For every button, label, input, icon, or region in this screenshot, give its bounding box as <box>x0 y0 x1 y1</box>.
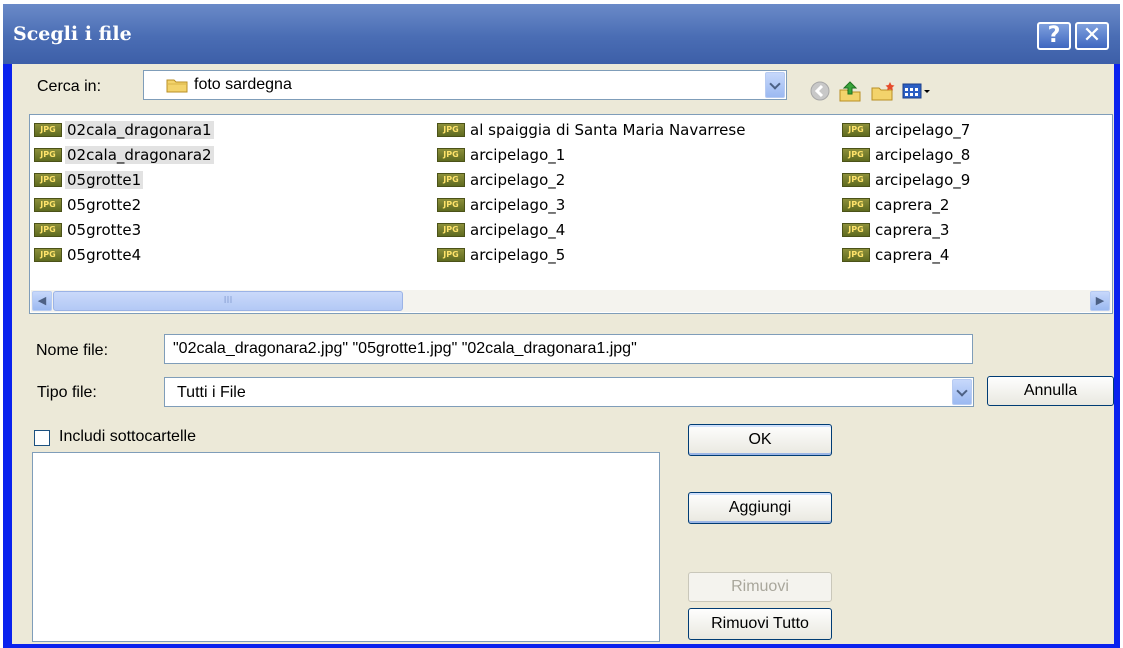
close-button[interactable]: ✕ <box>1075 22 1109 50</box>
file-list[interactable]: JPG 02cala_dragonara1 JPG 02cala_dragonara… <box>29 114 1113 314</box>
file-item[interactable]: JPG arcipelago_4 <box>437 217 747 242</box>
jpg-file-icon: JPG <box>34 197 62 212</box>
include-subfolders-label: Includi sottocartelle <box>59 428 196 445</box>
horizontal-scrollbar[interactable]: ◀ III ▶ <box>31 290 1111 312</box>
file-item[interactable]: JPG 05grotte4 <box>34 242 214 267</box>
file-item[interactable]: JPG arcipelago_2 <box>437 167 747 192</box>
file-item[interactable]: JPG caprera_2 <box>842 192 972 217</box>
jpg-file-icon: JPG <box>842 222 870 237</box>
jpg-file-icon: JPG <box>842 197 870 212</box>
jpg-file-icon: JPG <box>34 222 62 237</box>
file-item[interactable]: JPG arcipelago_7 <box>842 117 972 142</box>
jpg-file-icon: JPG <box>34 122 62 137</box>
chevron-down-icon[interactable] <box>952 379 972 405</box>
window-title: Scegli i file <box>13 23 132 45</box>
chevron-down-icon[interactable] <box>765 72 785 98</box>
cancel-button[interactable]: Annulla <box>987 376 1114 406</box>
file-item[interactable]: JPG arcipelago_3 <box>437 192 747 217</box>
folder-icon <box>166 79 188 93</box>
file-item[interactable]: JPG 05grotte2 <box>34 192 214 217</box>
filename-label: Nome file: <box>36 342 109 359</box>
file-item[interactable]: JPG 02cala_dragonara2 <box>34 142 214 167</box>
file-item[interactable]: JPG 05grotte3 <box>34 217 214 242</box>
file-item[interactable]: JPG arcipelago_9 <box>842 167 972 192</box>
file-column-1: JPG 02cala_dragonara1 JPG 02cala_dragonara… <box>34 117 214 267</box>
title-bar[interactable]: Scegli i file ? ✕ <box>3 4 1120 64</box>
jpg-file-icon: JPG <box>34 247 62 262</box>
jpg-file-icon: JPG <box>437 247 465 262</box>
scroll-left-icon[interactable]: ◀ <box>32 291 52 311</box>
jpg-file-icon: JPG <box>437 197 465 212</box>
file-item[interactable]: JPG al spaiggia di Santa Maria Navarrese <box>437 117 747 142</box>
file-item[interactable]: JPG arcipelago_5 <box>437 242 747 267</box>
jpg-file-icon: JPG <box>842 147 870 162</box>
jpg-file-icon: JPG <box>34 147 62 162</box>
jpg-file-icon: JPG <box>437 172 465 187</box>
filetype-label: Tipo file: <box>37 384 97 401</box>
file-item[interactable]: JPG arcipelago_1 <box>437 142 747 167</box>
remove-button[interactable]: Rimuovi <box>688 572 832 602</box>
jpg-file-icon: JPG <box>842 172 870 187</box>
look-in-value: foto sardegna <box>194 76 292 93</box>
new-folder-icon[interactable] <box>870 80 896 102</box>
look-in-combo[interactable]: foto sardegna <box>143 70 787 100</box>
jpg-file-icon: JPG <box>437 147 465 162</box>
dialog-client-area: Cerca in: foto sardegna JPG 02cala_drago… <box>12 64 1114 644</box>
filename-input[interactable]: "02cala_dragonara2.jpg" "05grotte1.jpg" … <box>164 334 973 364</box>
file-column-3: JPG arcipelago_7 JPG arcipelago_8 JPG arcip… <box>842 117 972 267</box>
filetype-combo[interactable]: Tutti i File <box>164 377 974 407</box>
file-item[interactable]: JPG 02cala_dragonara1 <box>34 117 214 142</box>
jpg-file-icon: JPG <box>842 122 870 137</box>
scrollbar-thumb[interactable]: III <box>53 291 403 311</box>
jpg-file-icon: JPG <box>34 172 62 187</box>
add-button[interactable]: Aggiungi <box>688 492 832 524</box>
scroll-right-icon[interactable]: ▶ <box>1090 291 1110 311</box>
jpg-file-icon: JPG <box>437 222 465 237</box>
jpg-file-icon: JPG <box>842 247 870 262</box>
ok-button[interactable]: OK <box>688 424 832 456</box>
selected-files-list[interactable] <box>32 452 660 642</box>
back-icon[interactable] <box>809 80 831 102</box>
include-subfolders-checkbox[interactable] <box>34 430 50 446</box>
up-folder-icon[interactable] <box>838 80 862 102</box>
dialog-window: Scegli i file ? ✕ Cerca in: foto sardegn… <box>3 4 1120 648</box>
filetype-value: Tutti i File <box>177 384 246 401</box>
help-button[interactable]: ? <box>1037 22 1071 50</box>
jpg-file-icon: JPG <box>437 122 465 137</box>
file-item[interactable]: JPG 05grotte1 <box>34 167 214 192</box>
file-item[interactable]: JPG caprera_3 <box>842 217 972 242</box>
file-item[interactable]: JPG arcipelago_8 <box>842 142 972 167</box>
look-in-label: Cerca in: <box>37 78 102 95</box>
view-menu-icon[interactable] <box>902 80 932 102</box>
file-item[interactable]: JPG caprera_4 <box>842 242 972 267</box>
file-column-2: JPG al spaiggia di Santa Maria Navarrese … <box>437 117 747 267</box>
remove-all-button[interactable]: Rimuovi Tutto <box>688 608 832 640</box>
